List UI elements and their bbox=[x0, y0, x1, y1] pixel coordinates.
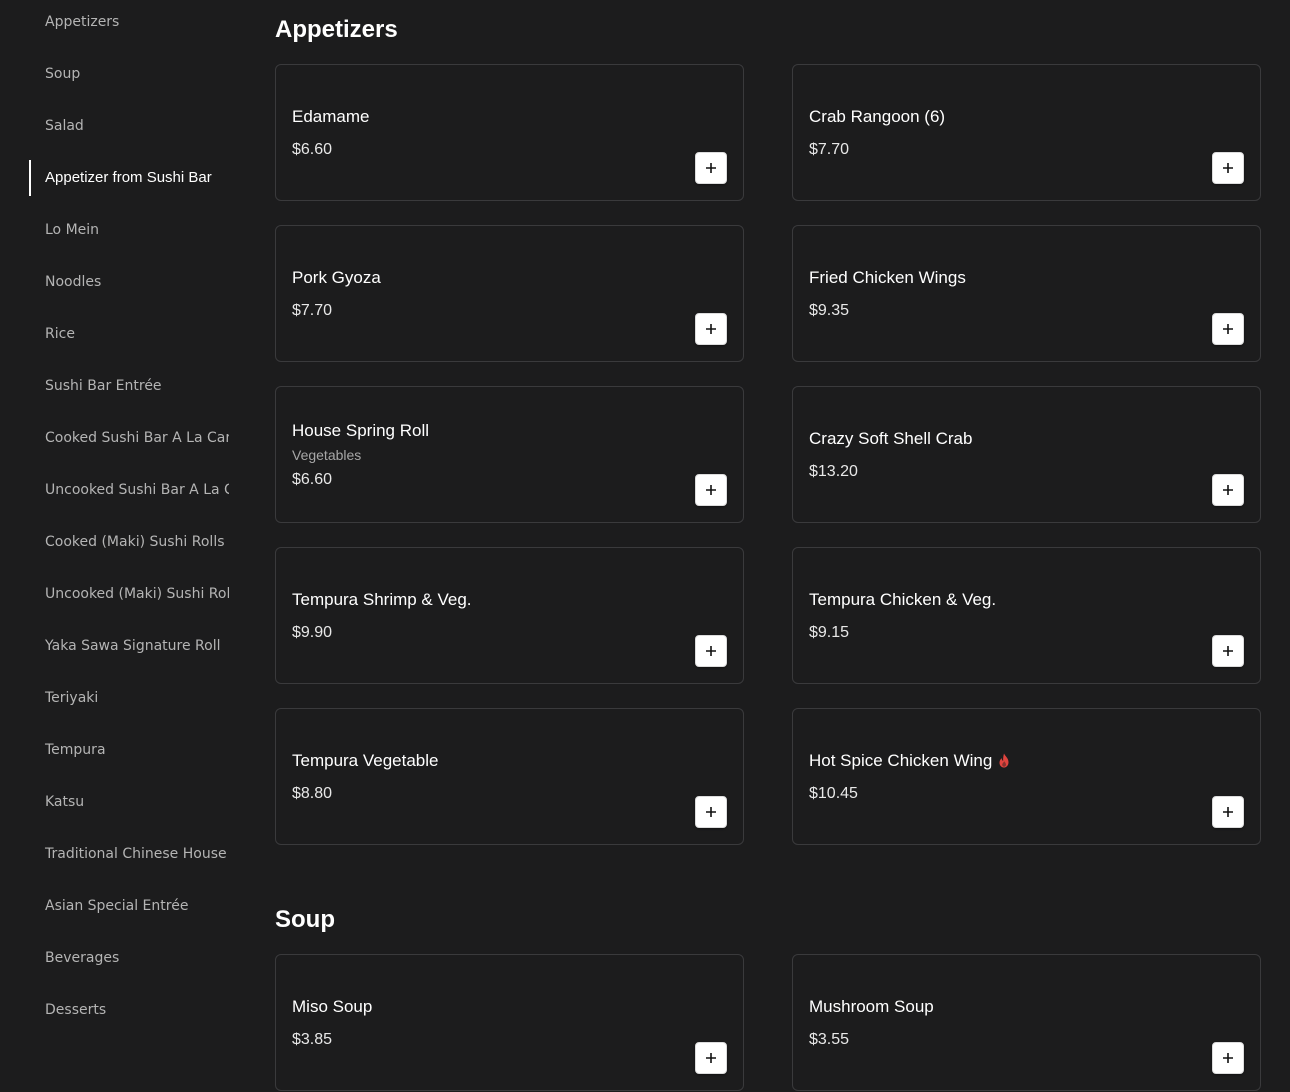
section-title-soup: Soup bbox=[275, 906, 335, 933]
sidebar-item-desserts[interactable]: Desserts bbox=[29, 992, 229, 1028]
menu-item-price: $6.60 bbox=[292, 470, 333, 488]
sidebar-item-rice[interactable]: Rice bbox=[29, 316, 229, 352]
menu-item-card[interactable]: House Spring Roll Vegetables $6.60 bbox=[275, 386, 744, 523]
menu-item-name: House Spring Roll bbox=[292, 420, 430, 440]
sidebar-item-teriyaki[interactable]: Teriyaki bbox=[29, 680, 229, 716]
menu-item-price: $6.60 bbox=[292, 140, 333, 158]
menu-item-name: Tempura Vegetable bbox=[292, 750, 439, 770]
menu-item-price: $10.45 bbox=[809, 784, 858, 802]
sidebar-item-noodles[interactable]: Noodles bbox=[29, 264, 229, 300]
menu-item-card[interactable]: Mushroom Soup $3.55 bbox=[792, 954, 1261, 1091]
menu-item-price: $7.70 bbox=[809, 140, 850, 158]
add-to-cart-button[interactable] bbox=[695, 635, 727, 667]
sidebar-item-soup[interactable]: Soup bbox=[29, 56, 229, 92]
menu-item-price: $9.35 bbox=[809, 301, 850, 319]
add-to-cart-button[interactable] bbox=[695, 152, 727, 184]
sidebar-item-beverages[interactable]: Beverages bbox=[29, 940, 229, 976]
menu-item-name: Hot Spice Chicken Wing bbox=[809, 750, 993, 770]
menu-item-name: Pork Gyoza bbox=[292, 267, 381, 287]
sidebar-item-tempura[interactable]: Tempura bbox=[29, 732, 229, 768]
sidebar-item-salad[interactable]: Salad bbox=[29, 108, 229, 144]
menu-item-name: Miso Soup bbox=[292, 996, 373, 1016]
plus-icon bbox=[706, 163, 716, 173]
menu-item-card[interactable]: Fried Chicken Wings $9.35 bbox=[792, 225, 1261, 362]
add-to-cart-button[interactable] bbox=[1212, 313, 1244, 345]
add-to-cart-button[interactable] bbox=[1212, 474, 1244, 506]
sidebar-item-uncooked-maki-sushi-rolls[interactable]: Uncooked (Maki) Sushi Rolls bbox=[29, 576, 229, 612]
sidebar-item-lo-mein[interactable]: Lo Mein bbox=[29, 212, 229, 248]
menu-item-price: $7.70 bbox=[292, 301, 333, 319]
menu-item-price: $9.90 bbox=[292, 623, 333, 641]
menu-item-name: Mushroom Soup bbox=[809, 996, 934, 1016]
menu-item-price: $3.85 bbox=[292, 1030, 333, 1048]
menu-item-name: Crazy Soft Shell Crab bbox=[809, 428, 973, 448]
sidebar-item-cooked-sushi-bar-a-la-carte[interactable]: Cooked Sushi Bar A La Carte bbox=[29, 420, 229, 456]
sidebar-item-sushi-bar-entree[interactable]: Sushi Bar Entrée bbox=[29, 368, 229, 404]
plus-icon bbox=[706, 1053, 716, 1063]
menu-item-card[interactable]: Tempura Chicken & Veg. $9.15 bbox=[792, 547, 1261, 684]
menu-item-card[interactable]: Pork Gyoza $7.70 bbox=[275, 225, 744, 362]
plus-icon bbox=[1223, 324, 1233, 334]
sidebar-item-cooked-maki-sushi-rolls[interactable]: Cooked (Maki) Sushi Rolls bbox=[29, 524, 229, 560]
add-to-cart-button[interactable] bbox=[1212, 1042, 1244, 1074]
section-title-appetizers: Appetizers bbox=[275, 16, 398, 43]
menu-item-card[interactable]: Hot Spice Chicken Wing $10.45 bbox=[792, 708, 1261, 845]
category-sidebar: Appetizers Soup Salad Appetizer from Sus… bbox=[0, 0, 245, 1092]
sidebar-item-katsu[interactable]: Katsu bbox=[29, 784, 229, 820]
menu-item-price: $13.20 bbox=[809, 462, 858, 480]
menu-item-card[interactable]: Tempura Shrimp & Veg. $9.90 bbox=[275, 547, 744, 684]
sidebar-item-appetizer-from-sushi-bar[interactable]: Appetizer from Sushi Bar bbox=[29, 160, 229, 196]
menu-item-card[interactable]: Crazy Soft Shell Crab $13.20 bbox=[792, 386, 1261, 523]
menu-item-name-row: Hot Spice Chicken Wing bbox=[809, 750, 1010, 772]
plus-icon bbox=[706, 646, 716, 656]
plus-icon bbox=[1223, 646, 1233, 656]
menu-item-name: Edamame bbox=[292, 106, 370, 126]
plus-icon bbox=[706, 324, 716, 334]
add-to-cart-button[interactable] bbox=[695, 313, 727, 345]
menu-item-name: Fried Chicken Wings bbox=[809, 267, 966, 287]
add-to-cart-button[interactable] bbox=[695, 1042, 727, 1074]
sidebar-item-uncooked-sushi-bar-a-la-carte[interactable]: Uncooked Sushi Bar A La Carte bbox=[29, 472, 229, 508]
menu-item-card[interactable]: Crab Rangoon (6) $7.70 bbox=[792, 64, 1261, 201]
spicy-flame-icon bbox=[998, 753, 1010, 768]
add-to-cart-button[interactable] bbox=[1212, 635, 1244, 667]
menu-item-card[interactable]: Edamame $6.60 bbox=[275, 64, 744, 201]
plus-icon bbox=[1223, 485, 1233, 495]
add-to-cart-button[interactable] bbox=[1212, 796, 1244, 828]
sidebar-item-appetizers[interactable]: Appetizers bbox=[29, 4, 229, 40]
menu-item-description: Vegetables bbox=[292, 446, 362, 463]
add-to-cart-button[interactable] bbox=[695, 796, 727, 828]
sidebar-item-asian-special-entree[interactable]: Asian Special Entrée bbox=[29, 888, 229, 924]
sidebar-item-traditional-chinese-house[interactable]: Traditional Chinese House bbox=[29, 836, 229, 872]
add-to-cart-button[interactable] bbox=[1212, 152, 1244, 184]
sidebar-item-yaka-sawa-signature-roll[interactable]: Yaka Sawa Signature Roll bbox=[29, 628, 229, 664]
menu-item-card[interactable]: Tempura Vegetable $8.80 bbox=[275, 708, 744, 845]
menu-item-name: Tempura Shrimp & Veg. bbox=[292, 589, 472, 609]
plus-icon bbox=[1223, 807, 1233, 817]
menu-item-name: Tempura Chicken & Veg. bbox=[809, 589, 997, 609]
add-to-cart-button[interactable] bbox=[695, 474, 727, 506]
menu-item-price: $8.80 bbox=[292, 784, 333, 802]
plus-icon bbox=[1223, 1053, 1233, 1063]
menu-item-card[interactable]: Miso Soup $3.85 bbox=[275, 954, 744, 1091]
menu-item-price: $9.15 bbox=[809, 623, 850, 641]
menu-item-name: Crab Rangoon (6) bbox=[809, 106, 946, 126]
plus-icon bbox=[706, 485, 716, 495]
plus-icon bbox=[706, 807, 716, 817]
menu-item-price: $3.55 bbox=[809, 1030, 850, 1048]
plus-icon bbox=[1223, 163, 1233, 173]
